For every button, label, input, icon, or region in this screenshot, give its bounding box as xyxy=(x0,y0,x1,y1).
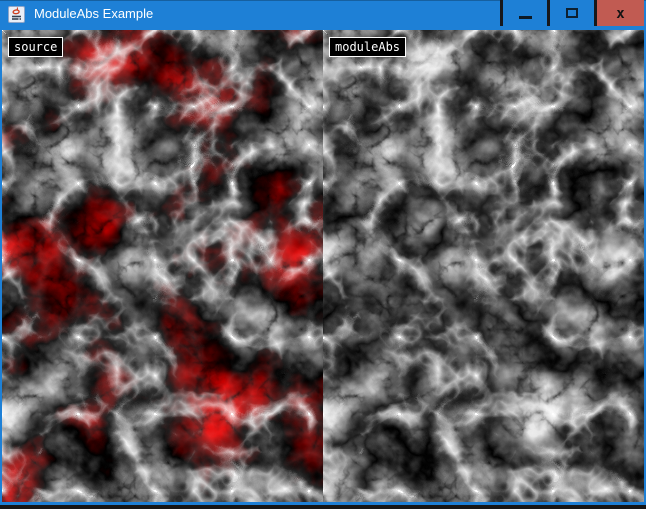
window-controls: x xyxy=(500,0,644,26)
maximize-button[interactable] xyxy=(550,0,594,26)
maximize-icon xyxy=(566,8,578,18)
close-button[interactable]: x xyxy=(597,0,644,26)
minimize-button[interactable] xyxy=(503,0,547,26)
java-coffee-cup-icon xyxy=(8,6,25,23)
source-image-panel: source xyxy=(2,30,323,502)
image-label: source xyxy=(8,37,63,57)
title-bar[interactable]: ModuleAbs Example x xyxy=(0,0,646,30)
app-window: ModuleAbs Example x xyxy=(0,0,646,505)
window-title: ModuleAbs Example xyxy=(34,0,153,28)
render-area: source xyxy=(2,30,644,502)
moduleabs-noise-image xyxy=(323,30,644,502)
minimize-icon xyxy=(519,16,532,19)
source-noise-image xyxy=(2,30,323,502)
image-label: moduleAbs xyxy=(329,37,406,57)
close-icon: x xyxy=(616,7,624,21)
moduleabs-image-panel: moduleAbs xyxy=(323,30,644,502)
